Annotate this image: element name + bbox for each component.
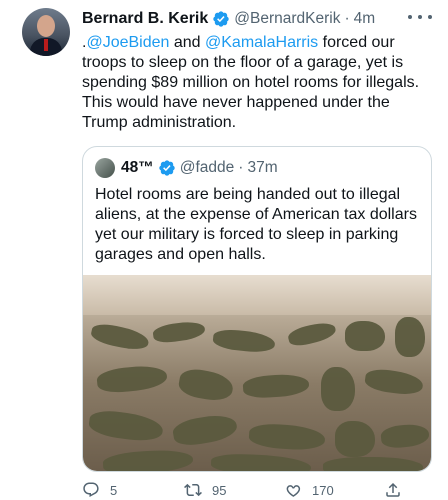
quote-header: 48™ @fadde · 37m — [95, 157, 278, 179]
reply-icon — [83, 482, 99, 498]
retweet-button[interactable]: 95 — [184, 481, 266, 499]
retweet-icon — [184, 483, 202, 497]
quote-photo[interactable] — [83, 275, 431, 471]
author-avatar[interactable] — [22, 8, 70, 56]
tweet-text: .@JoeBiden and @KamalaHarris forced our … — [82, 33, 432, 133]
reply-button[interactable]: 5 — [82, 481, 164, 499]
tweet-conjunction: and — [169, 34, 206, 51]
like-count: 170 — [312, 482, 334, 498]
retweet-count: 95 — [212, 482, 227, 498]
mention-kamalaharris[interactable]: @KamalaHarris — [205, 34, 318, 51]
quote-author-name: 48™ — [121, 159, 154, 176]
tweet[interactable]: Bernard B. Kerik @BernardKerik · 4m .@Jo… — [0, 0, 448, 500]
share-button[interactable] — [384, 481, 412, 499]
author-name[interactable]: Bernard B. Kerik — [82, 10, 208, 28]
quote-avatar — [95, 158, 115, 178]
reply-count: 5 — [110, 482, 118, 498]
tweet-actions: 5 95 170 — [82, 480, 432, 500]
quote-separator-dot: · — [238, 159, 244, 176]
quote-author-handle: @fadde — [179, 159, 235, 176]
quoted-tweet[interactable]: 48™ @fadde · 37m Hotel rooms are being h… — [82, 146, 432, 472]
verified-badge-icon — [213, 11, 229, 27]
mention-joebiden[interactable]: @JoeBiden — [86, 34, 169, 51]
like-button[interactable]: 170 — [284, 481, 366, 499]
author-handle[interactable]: @BernardKerik — [234, 10, 340, 28]
like-icon — [286, 485, 301, 497]
quote-time: 37m — [247, 159, 278, 176]
tweet-header: Bernard B. Kerik @BernardKerik · 4m — [82, 8, 375, 30]
verified-badge-icon — [159, 160, 175, 176]
share-icon — [386, 482, 400, 497]
separator-dot: · — [344, 10, 350, 27]
tweet-time[interactable]: 4m — [354, 10, 376, 28]
quote-text: Hotel rooms are being handed out to ille… — [95, 186, 417, 263]
more-icon[interactable] — [408, 12, 432, 22]
